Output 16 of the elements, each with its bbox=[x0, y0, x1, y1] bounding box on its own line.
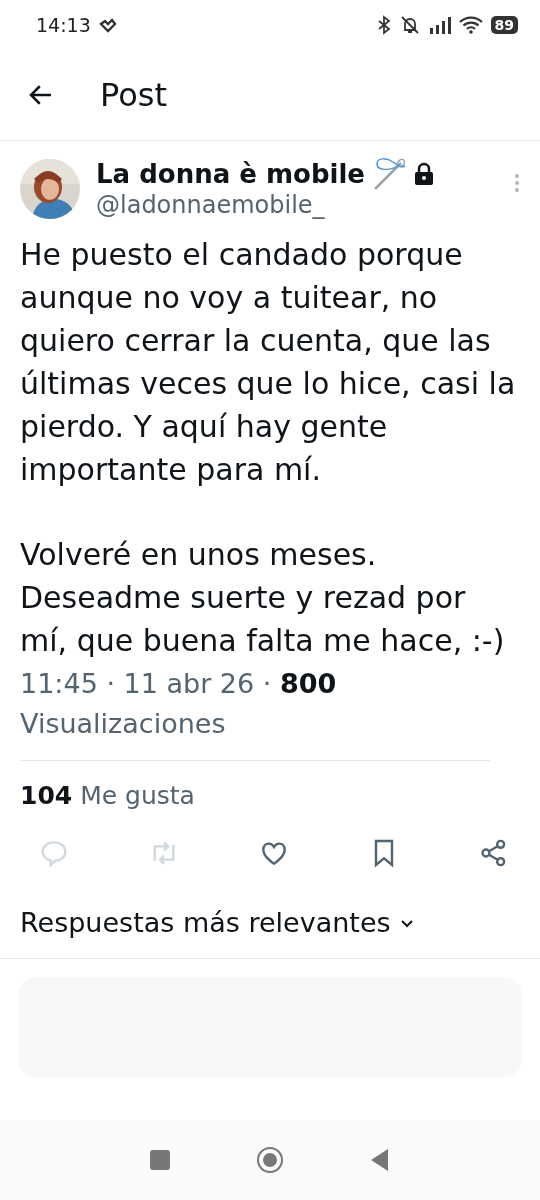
likes-count[interactable]: 104 Me gusta bbox=[20, 781, 195, 810]
signal-icon bbox=[428, 16, 451, 34]
heart-outline-icon bbox=[98, 17, 117, 33]
home-button[interactable] bbox=[256, 1146, 284, 1174]
status-time: 14:13 bbox=[36, 14, 91, 36]
battery-level: 89 bbox=[490, 16, 518, 34]
replies-sort-label[interactable]: Respuestas más relevantes bbox=[20, 907, 391, 938]
author-handle[interactable]: @ladonnaemobile_ bbox=[96, 191, 498, 219]
page-title: Post bbox=[100, 76, 167, 114]
post-text: Volveré en unos meses. Deseadme suerte y rezad por mí, que buena falta me hace, :-) bbox=[20, 536, 506, 660]
wifi-icon bbox=[458, 16, 483, 34]
bluetooth-icon bbox=[376, 15, 391, 35]
post-text: He puesto el candado porque aunque no voy a tuitear, no quiero cerrar la cuenta, que las últimas veces que lo hice, casi la pierdo. Y aquí hay gente importante para mí. bbox=[20, 236, 517, 489]
post-meta: 11:45 · 11 abr 26 · 800 Visualizaciones bbox=[20, 668, 337, 739]
author-name[interactable]: La donna è mobile bbox=[96, 159, 365, 189]
bell-muted-icon bbox=[398, 15, 421, 35]
